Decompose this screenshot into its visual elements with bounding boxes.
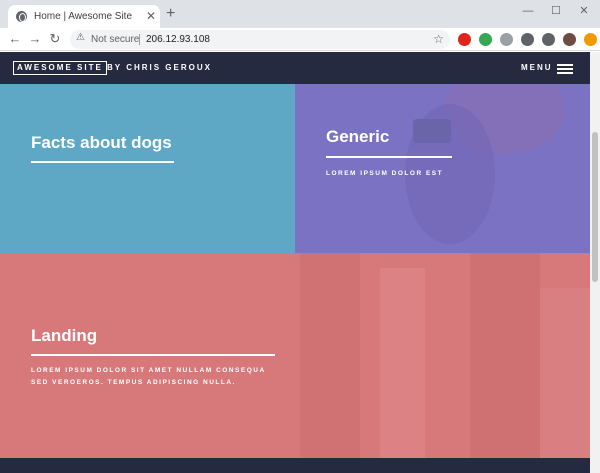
url-text[interactable]: 206.12.93.108 [146,34,210,45]
tile-generic[interactable]: Generic LOREM IPSUM DOLOR EST [295,84,590,253]
scrollbar-thumb[interactable] [592,132,598,282]
tile-title-underline [31,161,174,163]
browser-tab[interactable]: Home | Awesome Site ✕ [8,5,160,28]
reader-extension-icon[interactable] [500,33,513,46]
address-bar[interactable]: ⚠ Not secure 206.12.93.108 ☆ [70,30,450,49]
tab-close-icon[interactable]: ✕ [146,9,156,23]
page-scrollbar[interactable] [590,52,600,473]
puzzle-extensions-icon[interactable] [542,33,555,46]
forward-arrow-icon[interactable]: → [26,30,44,48]
back-arrow-icon[interactable]: ← [6,30,24,48]
background-building [380,268,425,458]
tile-title[interactable]: Generic [326,127,389,147]
address-divider [139,34,140,45]
tile-facts-about-dogs[interactable]: Facts about dogs [0,84,295,253]
minimize-button[interactable]: — [518,4,538,18]
opera-extension-icon[interactable] [458,33,471,46]
camera-shape [413,119,451,143]
warning-icon[interactable]: ⚠ [76,32,85,43]
tile-title[interactable]: Landing [31,326,97,346]
maximize-button[interactable]: ☐ [546,4,566,18]
menu-label[interactable]: MENU [521,62,553,74]
hamburger-menu-icon[interactable] [557,64,573,74]
dark-mode-extension-icon[interactable] [521,33,534,46]
background-building [470,253,540,458]
update-extension-icon[interactable] [584,33,597,46]
tile-description-line-2: SED VEROEROS. TEMPUS ADIPISCING NULLA. [31,379,236,386]
bookmark-star-icon[interactable]: ☆ [433,32,444,46]
new-tab-button[interactable]: + [166,6,175,22]
browser-titlebar: Home | Awesome Site ✕ + — ☐ ✕ [0,0,600,28]
tile-description: LOREM IPSUM DOLOR EST [326,170,444,177]
next-section-strip [0,458,590,473]
tile-description-line-1: LOREM IPSUM DOLOR SIT AMET NULLAM CONSEQ… [31,367,266,374]
site-header: AWESOME SITE BY CHRIS GEROUX MENU [0,52,600,84]
tile-title-underline [31,354,275,356]
color-picker-extension-icon[interactable] [479,33,492,46]
background-building [300,253,360,458]
site-logo[interactable]: AWESOME SITE [13,61,107,75]
close-window-button[interactable]: ✕ [574,4,594,18]
profile-avatar-icon[interactable] [563,33,576,46]
background-building [540,288,590,458]
site-byline: BY CHRIS GEROUX [107,63,212,72]
tab-title: Home | Awesome Site [34,11,133,22]
browser-toolbar: ← → ↻ ⚠ Not secure 206.12.93.108 ☆ [0,28,600,51]
tile-landing[interactable]: Landing LOREM IPSUM DOLOR SIT AMET NULLA… [0,253,590,458]
tile-title-underline [326,156,452,158]
globe-icon [16,11,27,22]
security-label[interactable]: Not secure [91,34,139,45]
tile-title[interactable]: Facts about dogs [31,133,172,153]
reload-icon[interactable]: ↻ [46,30,64,48]
